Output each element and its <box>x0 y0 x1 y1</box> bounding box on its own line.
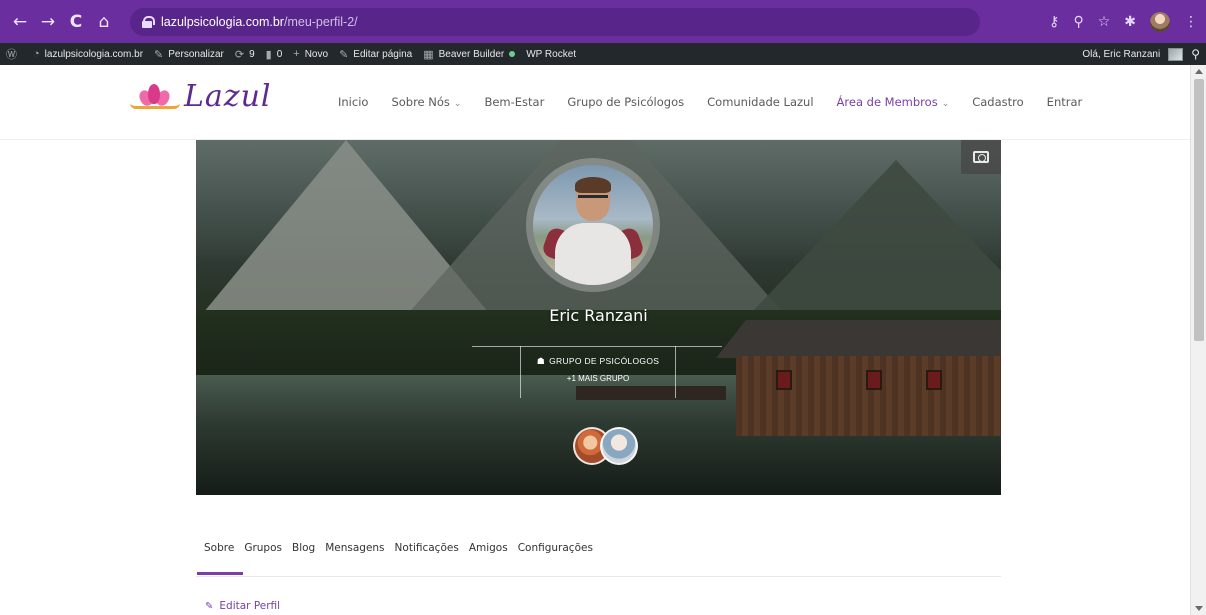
menu-item-area-membros[interactable]: Área de Membros ⌄ <box>837 95 950 109</box>
reload-button[interactable]: C <box>64 10 88 34</box>
brush-icon: ✎ <box>154 48 164 61</box>
menu-item-grupo-psicologos[interactable]: Grupo de Psicólogos <box>567 95 684 109</box>
menu-item-comunidade[interactable]: Comunidade Lazul <box>707 95 813 109</box>
search-icon[interactable]: ⚲ <box>1191 47 1200 61</box>
friend-avatar[interactable] <box>600 427 638 465</box>
group-box <box>520 346 676 398</box>
profile-avatar-photo[interactable] <box>533 165 653 285</box>
adminbar-comments[interactable]: ▮ 0 <box>266 48 283 61</box>
beaver-builder-icon: ▦ <box>423 48 434 61</box>
menu-item-bem-estar[interactable]: Bem-Estar <box>484 95 544 109</box>
zoom-icon[interactable]: ⚲ <box>1073 14 1083 30</box>
pencil-icon: ✎ <box>339 48 349 61</box>
site-header: Lazul Inicio Sobre Nós ⌄ Bem-Estar Grupo … <box>0 65 1190 140</box>
wp-logo-icon[interactable]: Ⓦ <box>6 46 22 62</box>
tab-sobre[interactable]: Sobre <box>204 542 234 554</box>
home-button[interactable]: ⌂ <box>92 10 116 34</box>
group-link[interactable]: ☗ GRUPO DE PSICÓLOGOS <box>521 356 675 367</box>
group-icon: ☗ <box>536 356 546 366</box>
menu-item-cadastro[interactable]: Cadastro <box>972 95 1023 109</box>
site-logo[interactable]: Lazul <box>130 79 272 114</box>
tab-amigos[interactable]: Amigos <box>469 542 508 554</box>
tab-blog[interactable]: Blog <box>292 542 315 554</box>
adminbar-beaver-builder[interactable]: ▦ Beaver Builder <box>423 48 516 61</box>
logo-text: Lazul <box>184 79 272 114</box>
chevron-down-icon: ⌄ <box>941 99 950 109</box>
back-button[interactable]: ← <box>8 10 32 34</box>
comments-icon: ▮ <box>265 48 272 61</box>
adminbar-edit-page[interactable]: ✎ Editar página <box>339 48 412 61</box>
adminbar-updates[interactable]: ⟳ 9 <box>235 48 255 61</box>
menu-item-inicio[interactable]: Inicio <box>338 95 368 109</box>
tab-grupos[interactable]: Grupos <box>244 542 282 554</box>
user-avatar-icon[interactable] <box>1168 47 1184 61</box>
url-path: /meu-perfil-2/ <box>283 14 358 29</box>
chevron-down-icon: ⌄ <box>453 99 462 109</box>
adminbar-site[interactable]: ◔ lazulpsicologia.com.br <box>33 48 143 60</box>
status-dot-icon <box>509 51 516 57</box>
updates-icon: ⟳ <box>234 48 245 61</box>
wp-admin-bar: Ⓦ ◔ lazulpsicologia.com.br ✎ Personalizar … <box>0 43 1206 65</box>
dashboard-icon: ◔ <box>33 48 40 60</box>
change-cover-button[interactable] <box>961 140 1001 174</box>
active-tab-indicator <box>197 572 243 575</box>
edit-profile-link[interactable]: ✎ Editar Perfil <box>205 600 280 612</box>
scrollbar[interactable] <box>1190 65 1206 615</box>
menu-item-entrar[interactable]: Entrar <box>1047 95 1083 109</box>
key-icon[interactable]: ⚷ <box>1049 14 1059 30</box>
scroll-down-icon[interactable] <box>1195 606 1203 611</box>
tab-mensagens[interactable]: Mensagens <box>325 542 384 554</box>
profile-name: Eric Ranzani <box>549 306 648 325</box>
profile-avatar[interactable] <box>1150 11 1170 32</box>
tab-notificacoes[interactable]: Notificações <box>395 542 459 554</box>
extensions-icon[interactable]: ✱ <box>1124 14 1136 30</box>
star-icon[interactable]: ☆ <box>1098 14 1111 30</box>
more-groups-link[interactable]: +1 MAIS GRUPO <box>521 374 675 383</box>
lotus-logo-icon <box>130 82 180 112</box>
adminbar-greeting[interactable]: Olá, Eric Ranzani <box>1082 49 1160 60</box>
adminbar-new[interactable]: + Novo <box>293 48 328 60</box>
menu-item-sobre-nos[interactable]: Sobre Nós ⌄ <box>391 95 461 109</box>
forward-button[interactable]: → <box>36 10 60 34</box>
address-bar[interactable]: lazulpsicologia.com.br /meu-perfil-2/ <box>130 7 980 36</box>
scroll-thumb[interactable] <box>1194 79 1204 341</box>
adminbar-wp-rocket[interactable]: WP Rocket <box>526 49 576 60</box>
adminbar-customize[interactable]: ✎ Personalizar <box>154 48 224 61</box>
plus-icon: + <box>293 48 300 60</box>
main-menu: Inicio Sobre Nós ⌄ Bem-Estar Grupo de Psi… <box>338 95 1082 109</box>
url-host: lazulpsicologia.com.br <box>161 14 284 29</box>
pencil-icon: ✎ <box>205 600 214 612</box>
tab-configuracoes[interactable]: Configurações <box>518 542 593 554</box>
profile-avatar-ring <box>526 158 660 292</box>
lock-icon <box>142 15 155 28</box>
scroll-up-icon[interactable] <box>1195 69 1203 74</box>
menu-icon[interactable]: ⋮ <box>1184 14 1198 30</box>
profile-tabs: Sobre Grupos Blog Mensagens Notificações… <box>204 542 593 554</box>
divider <box>196 576 1001 577</box>
camera-icon <box>973 151 989 163</box>
browser-chrome: ← → C ⌂ lazulpsicologia.com.br /meu-perf… <box>0 0 1206 43</box>
